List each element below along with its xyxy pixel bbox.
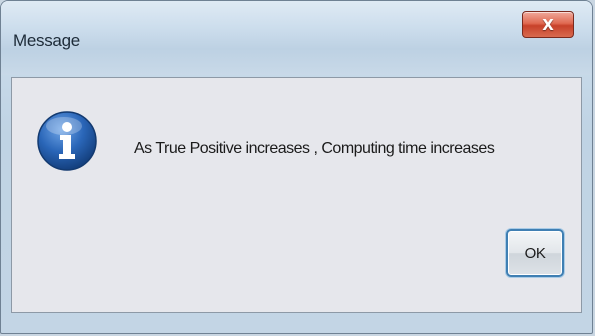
message-text: As True Positive increases , Computing t…	[134, 140, 495, 157]
message-dialog: Message X As True Positive increases , C…	[0, 0, 593, 334]
close-icon: X	[542, 15, 554, 34]
dialog-content: As True Positive increases , Computing t…	[11, 77, 582, 313]
ok-button[interactable]: OK	[506, 229, 564, 277]
close-button[interactable]: X	[522, 11, 574, 38]
title-bar[interactable]: Message X	[1, 1, 592, 75]
dialog-title: Message	[13, 31, 80, 50]
info-icon	[37, 111, 97, 171]
